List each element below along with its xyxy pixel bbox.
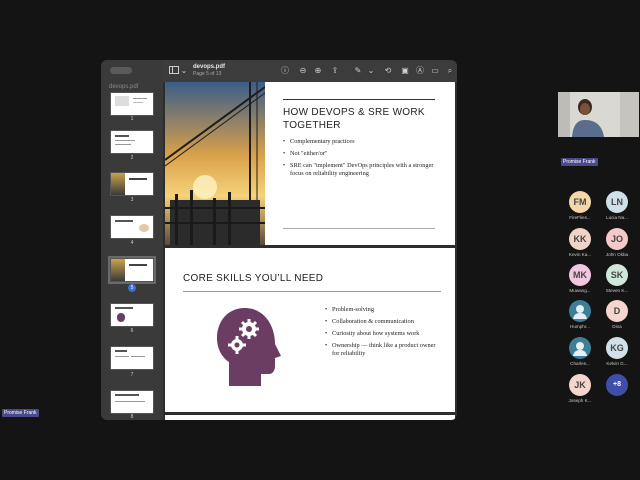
page-thumbnail[interactable] [110,390,154,414]
avatar: JK [569,374,591,396]
bullet-item: SRE can "implement" DevOps principles wi… [283,162,443,178]
thumbnail-sidebar: devops.pdf 1 2 3 4 5 6 7 8 [101,60,163,420]
share-icon[interactable]: ⇪ [330,66,340,76]
slide-title: HOW DEVOPS & SRE WORK TOGETHER [283,106,425,132]
document-title: devops.pdf [193,64,226,70]
participant-name: FireFlies... [569,215,591,220]
participant-name: Humphr... [570,324,590,329]
participant-tile[interactable]: Charles... [562,337,598,366]
pdf-viewer-window: devops.pdf 1 2 3 4 5 6 7 8 ⌄ devops.pdf … [101,60,457,420]
slide-page: CORE SKILLS YOU’LL NEED • Problem-solvin… [165,248,455,412]
highlight-icon[interactable]: ▣ [400,66,410,76]
slide-title-line: HOW DEVOPS & SRE WORK [283,107,425,118]
avatar: JO [606,228,628,250]
page-number: 7 [130,372,134,378]
page-thumbnail[interactable] [110,172,154,196]
rotate-icon[interactable]: ⟲ [383,66,393,76]
document-pages: HOW DEVOPS & SRE WORK TOGETHER Complemen… [163,82,457,420]
participant-name: Joseph K... [568,398,592,403]
sidebar-toggle-icon[interactable] [169,66,179,76]
default-user-icon [569,337,591,359]
participant-tile[interactable]: JK Joseph K... [562,374,598,403]
participant-name: Dina [612,324,622,329]
bullet-item: Collaboration & communication [325,318,443,326]
avatar: SK [606,264,628,286]
participant-grid: FM FireFlies... LN Lucia Na... KK Kevin … [560,190,640,405]
participant-name: John Okba [605,252,629,257]
page-thumbnail[interactable] [110,215,154,239]
pdf-toolbar: ⌄ devops.pdf Page 5 of 13 ⓘ ⊖ ⊕ ⇪ ✎ ⌄ ⟲ … [163,60,457,83]
self-name-label: Promise Frank [2,409,39,417]
page-number: 2 [130,155,134,161]
participant-tile[interactable]: Humphr... [562,300,598,329]
info-icon[interactable]: ⓘ [280,66,290,76]
page-thumbnail-selected[interactable] [108,256,156,284]
construction-crane-photo [165,82,265,245]
bullet-item: Not "either/or" [283,150,443,158]
participant-name: Steven K... [605,288,629,293]
chevron-down-icon[interactable]: ⌄ [179,66,189,76]
avatar: D [606,300,628,322]
participant-tile[interactable]: KG Kelvin G... [599,337,635,366]
bullet-list: Problem-solving Collaboration & communic… [325,306,443,362]
slide-page [165,415,455,420]
bullet-item: Ownership — think like a product owner f… [325,342,443,358]
speaker-name-label: Promise Frank [561,158,598,166]
avatar: FM [569,191,591,213]
bullet-item: Complementary practices [283,138,443,146]
participant-tile[interactable]: KK Kevin Ka... [562,228,598,257]
slide-title-line: TOGETHER [283,120,341,131]
title-rule [183,291,441,292]
title-rule [283,99,435,100]
default-user-icon [569,300,591,322]
participant-name: Kevin Ka... [568,252,592,257]
form-fill-icon[interactable]: ▭ [430,66,440,76]
speaker-video[interactable] [558,92,639,137]
avatar: LN [606,191,628,213]
bullet-item: Curiosity about how systems work [325,330,443,338]
page-thumbnail[interactable] [110,303,154,327]
page-number-current: 5 [128,284,136,292]
footer-rule [283,228,435,229]
zoom-out-icon[interactable]: ⊖ [298,66,308,76]
participant-name: Lucia Na... [606,215,628,220]
markup-pen-icon[interactable]: ✎ [353,66,363,76]
page-number: 3 [130,197,134,203]
slide-title: CORE SKILLS YOU’LL NEED [183,273,324,284]
page-thumbnail[interactable] [110,346,154,370]
sidebar-document-name: devops.pdf [109,84,139,90]
page-number: 4 [130,240,134,246]
avatar: KG [606,337,628,359]
page-thumbnail[interactable] [110,92,154,116]
page-number: 1 [130,116,134,122]
participant-tile[interactable]: D Dina [599,300,635,329]
slide-page: HOW DEVOPS & SRE WORK TOGETHER Complemen… [165,82,455,245]
participant-tile[interactable]: MK Muwang... [562,264,598,293]
participant-name: Muwang... [569,288,591,293]
sidebar-handle[interactable] [110,67,132,74]
avatar: KK [569,228,591,250]
participant-name: Charles... [570,361,590,366]
avatar: MK [569,264,591,286]
bullet-list: Complementary practices Not "either/or" … [283,138,443,182]
page-indicator: Page 5 of 13 [193,71,222,77]
chevron-down-icon[interactable]: ⌄ [366,66,376,76]
page-number: 8 [130,414,134,420]
participant-tile[interactable]: FM FireFlies... [562,191,598,220]
search-icon[interactable]: ⌕ [445,66,455,76]
participant-tile[interactable]: JO John Okba [599,228,635,257]
zoom-in-icon[interactable]: ⊕ [313,66,323,76]
bullet-item: Problem-solving [325,306,443,314]
participant-tile[interactable]: SK Steven K... [599,264,635,293]
head-gears-icon [215,306,283,393]
participant-tile[interactable]: LN Lucia Na... [599,191,635,220]
page-number: 6 [130,328,134,334]
page-thumbnail[interactable] [110,130,154,154]
annotate-icon[interactable]: Ⓐ [415,66,425,76]
participant-name: Kelvin G... [606,361,628,366]
more-participants-button[interactable]: +8 [599,374,635,396]
overflow-count: +8 [606,374,628,396]
